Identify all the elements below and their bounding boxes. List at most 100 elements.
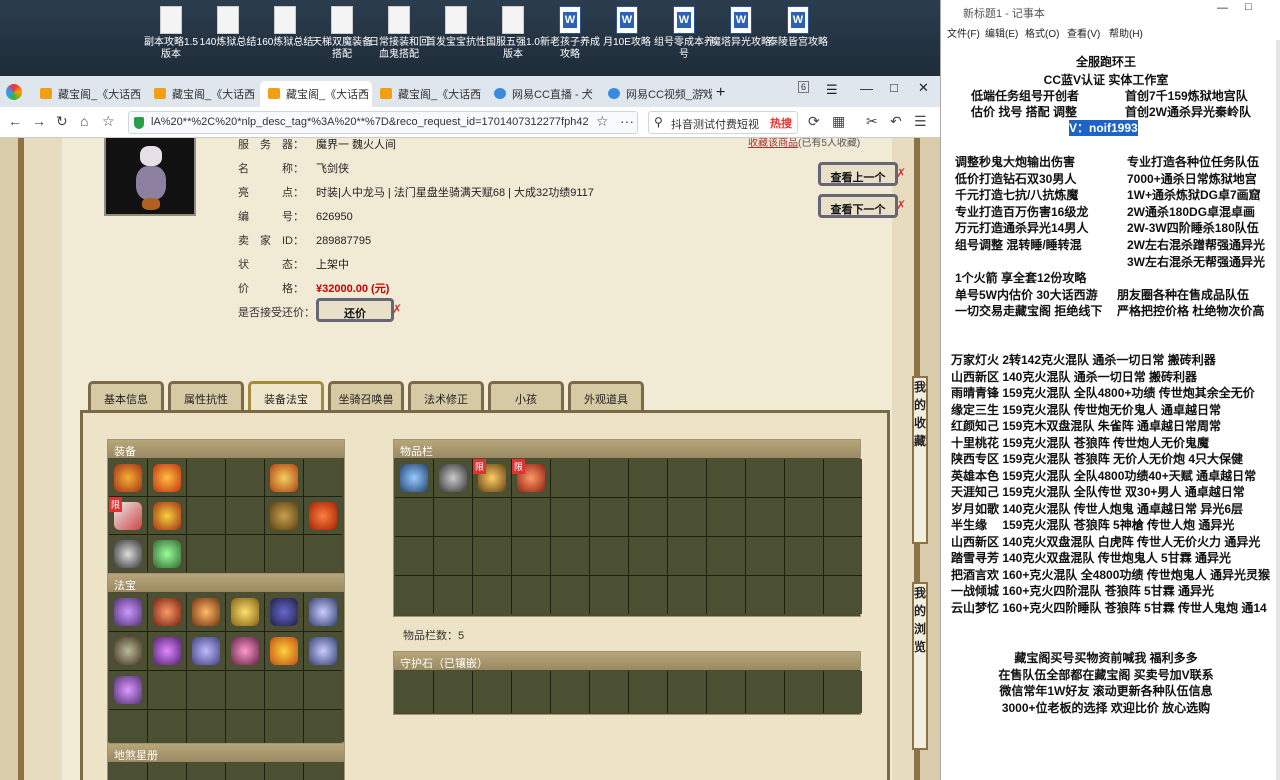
item-slot[interactable]: 限 (109, 497, 147, 534)
item-slot[interactable] (109, 459, 147, 496)
sync-icon[interactable]: ⟳ (808, 113, 820, 130)
next-item-button[interactable]: 查看下一个 (818, 194, 898, 218)
item-slot[interactable] (395, 459, 433, 497)
item-slot[interactable] (551, 671, 589, 713)
item-slot[interactable] (551, 576, 589, 614)
forward-icon[interactable]: → (32, 113, 46, 129)
item-slot[interactable] (551, 537, 589, 575)
item-slot[interactable] (629, 576, 667, 614)
desktop-icon[interactable]: 160炼狱总结 (254, 6, 316, 49)
item-slot[interactable] (473, 498, 511, 536)
item-slot[interactable] (707, 459, 745, 497)
browser-tab[interactable]: 藏宝阁_《大话西 × (372, 81, 484, 107)
item-slot[interactable] (590, 671, 628, 713)
notepad-maximize-button[interactable]: □ (1245, 1, 1252, 13)
item-slot[interactable] (824, 498, 862, 536)
item-slot[interactable] (473, 576, 511, 614)
notepad-menu-item[interactable]: 帮助(H) (1109, 25, 1143, 40)
desktop-icon[interactable]: 魔塔异光攻略 (710, 6, 772, 49)
refresh-icon[interactable]: ↻ (56, 113, 68, 130)
item-slot[interactable] (265, 497, 303, 534)
desktop-icon[interactable]: 泰陵皆宫攻略 (767, 6, 829, 49)
more-menu-icon[interactable]: ☰ (914, 113, 927, 130)
side-history-strip[interactable]: 我的浏览 (912, 582, 928, 750)
item-slot[interactable] (304, 497, 342, 534)
more-icon[interactable]: ··· (620, 113, 634, 129)
item-slot[interactable] (187, 497, 225, 534)
item-slot[interactable] (785, 459, 823, 497)
bargain-button[interactable]: 还价 (316, 298, 394, 322)
item-slot[interactable] (265, 535, 303, 572)
item-slot[interactable] (590, 576, 628, 614)
item-slot[interactable] (512, 498, 550, 536)
back-icon[interactable]: ← (8, 113, 22, 129)
maximize-button[interactable]: □ (890, 80, 898, 95)
item-slot[interactable] (785, 576, 823, 614)
desktop-icon[interactable]: 国服五强1.0版本 (482, 6, 544, 61)
item-slot[interactable] (265, 632, 303, 670)
home-icon[interactable]: ⌂ (80, 113, 88, 129)
item-slot[interactable] (395, 498, 433, 536)
item-slot[interactable] (187, 671, 225, 709)
item-slot[interactable] (668, 671, 706, 713)
url-input[interactable]: lA%20**%2C%20*nlp_desc_tag*%3A%20**%7D&r… (128, 111, 638, 134)
item-slot[interactable] (707, 498, 745, 536)
browser-logo-icon[interactable] (6, 84, 22, 100)
item-slot[interactable] (707, 671, 745, 713)
desktop-icon[interactable]: 组号零成本养号 (653, 6, 715, 61)
item-slot[interactable] (551, 459, 589, 497)
item-slot[interactable] (512, 576, 550, 614)
hot-search-label[interactable]: 热搜 (768, 115, 792, 131)
notepad-menu-item[interactable]: 编辑(E) (985, 25, 1018, 40)
item-slot[interactable] (304, 535, 342, 572)
tab-child[interactable]: 小孩 (488, 381, 564, 411)
menu-icon[interactable]: ☰ (826, 82, 838, 98)
cut-icon[interactable]: ✂ (866, 113, 878, 130)
item-slot[interactable] (226, 671, 264, 709)
item-slot[interactable] (148, 632, 186, 670)
apps-grid-icon[interactable]: ▦ (832, 113, 845, 130)
item-slot[interactable] (226, 497, 264, 534)
notepad-menu-item[interactable]: 格式(O) (1025, 25, 1059, 40)
item-slot[interactable] (668, 537, 706, 575)
desktop-icon[interactable]: 首发宝宝抗性 (425, 6, 487, 49)
tab-attributes[interactable]: 属性抗性 (168, 381, 244, 411)
desktop-icon[interactable]: 天梯双魔装备搭配 (311, 6, 373, 61)
item-slot[interactable] (304, 632, 342, 670)
item-slot[interactable] (785, 537, 823, 575)
browser-tab[interactable]: 藏宝阁_《大话西 × (260, 81, 372, 107)
item-slot[interactable] (434, 576, 472, 614)
item-slot[interactable] (148, 497, 186, 534)
item-slot[interactable] (109, 535, 147, 572)
prev-item-button[interactable]: 查看上一个 (818, 162, 898, 186)
item-slot[interactable] (824, 537, 862, 575)
item-slot[interactable] (226, 763, 264, 780)
item-slot[interactable] (824, 576, 862, 614)
item-slot[interactable] (629, 671, 667, 713)
notepad-minimize-button[interactable]: — (1217, 2, 1228, 14)
item-slot[interactable] (668, 459, 706, 497)
favorite-link[interactable]: 收藏该商品(已有5人收藏) (748, 138, 860, 149)
side-collect-strip[interactable]: 我的收藏 (912, 376, 928, 544)
tab-appearance[interactable]: 外观道具 (568, 381, 644, 411)
item-slot[interactable] (148, 763, 186, 780)
item-slot[interactable] (668, 498, 706, 536)
browser-tab[interactable]: 藏宝阁_《大话西 × (146, 81, 258, 107)
item-slot[interactable] (187, 535, 225, 572)
item-slot[interactable] (629, 459, 667, 497)
item-slot[interactable] (746, 498, 784, 536)
tab-close-icon[interactable]: × (587, 86, 593, 98)
item-slot[interactable] (746, 576, 784, 614)
item-slot[interactable] (707, 576, 745, 614)
tab-close-icon[interactable]: × (473, 86, 479, 98)
browser-tab[interactable]: 网易CC视频_游戏 × (600, 81, 712, 107)
tab-close-icon[interactable]: × (247, 86, 253, 98)
item-slot[interactable] (512, 671, 550, 713)
desktop-icon[interactable]: 140炼狱总结 (197, 6, 259, 49)
notepad-menu-item[interactable]: 查看(V) (1067, 25, 1100, 40)
item-slot[interactable] (304, 459, 342, 496)
next-close-icon[interactable]: ✗ (896, 198, 906, 212)
item-slot[interactable] (434, 537, 472, 575)
desktop-icon[interactable]: 新老孩子养成攻略 (539, 6, 601, 61)
desktop-icon[interactable]: 日常接装和回血鬼搭配 (368, 6, 430, 61)
